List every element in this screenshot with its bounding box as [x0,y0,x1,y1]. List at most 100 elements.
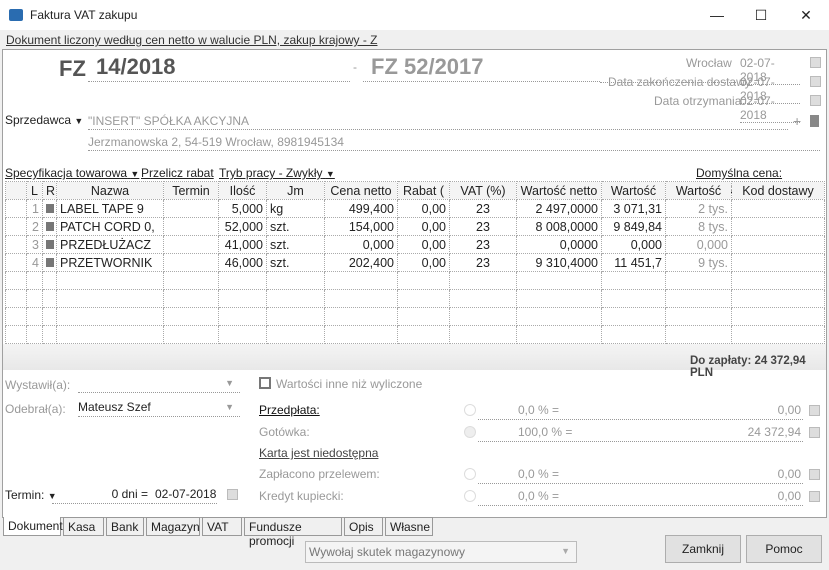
cell-price[interactable]: 0,000 [324,235,398,254]
cell-net[interactable] [516,307,602,326]
cell-qty[interactable] [218,325,267,344]
cell-gross[interactable] [601,271,666,290]
cell-select[interactable] [5,235,27,254]
cell-l[interactable]: 3 [26,235,43,254]
tab-7[interactable]: Własne [385,517,433,536]
cell-l[interactable] [26,271,43,290]
cell-vat[interactable] [449,325,517,344]
cell-jm[interactable]: szt. [266,235,325,254]
tab-2[interactable]: Bank [106,517,144,536]
stock-effect-select[interactable]: Wywołaj skutek magazynowy ▼ [305,541,577,563]
spec-dropdown[interactable]: Specyfikacja towarowa ▼ [5,166,139,180]
cell-price[interactable]: 154,000 [324,217,398,236]
column-header[interactable]: Kod dostawy [731,181,825,200]
cell-termin[interactable] [163,271,219,290]
cell-jm[interactable]: kg [266,199,325,218]
column-header[interactable]: L [26,181,43,200]
cell-vat[interactable]: 23 [449,253,517,272]
calculator-icon[interactable] [809,491,820,502]
payment-radio[interactable] [464,404,476,416]
cell-name[interactable]: PRZEDŁUŻACZ [56,235,164,254]
cell-rabat[interactable] [397,271,450,290]
cell-val[interactable] [665,271,732,290]
cell-l[interactable] [26,325,43,344]
document-info-link[interactable]: Dokument liczony według cen netto w walu… [6,33,378,47]
maximize-button[interactable]: ☐ [739,0,783,30]
cell-jm[interactable] [266,271,325,290]
cell-name[interactable]: LABEL TAPE 9 [56,199,164,218]
cell-qty[interactable] [218,307,267,326]
tab-6[interactable]: Opis [344,517,383,536]
cell-l[interactable] [26,289,43,308]
calculator-icon[interactable] [809,405,820,416]
cell-jm[interactable] [266,289,325,308]
cell-l[interactable]: 1 [26,199,43,218]
tab-0[interactable]: Dokument [3,517,63,536]
place-field[interactable]: Wrocław [686,56,732,70]
payment-amount-field[interactable]: 100,0 % = 24 372,94 [478,425,803,442]
cell-sq[interactable] [42,325,57,344]
column-header[interactable]: Wartość netto [516,181,602,200]
payment-radio[interactable] [464,490,476,502]
cell-l[interactable] [26,307,43,326]
calendar-icon[interactable] [810,76,821,87]
cell-net[interactable] [516,271,602,290]
recalc-discount-link[interactable]: Przelicz rabat [141,166,214,180]
cell-select[interactable] [5,271,27,290]
cell-rabat[interactable]: 0,00 [397,199,450,218]
cell-rabat[interactable] [397,325,450,344]
cell-rabat[interactable]: 0,00 [397,253,450,272]
column-header[interactable]: Ilość [218,181,267,200]
column-header[interactable] [5,181,27,200]
cell-net[interactable]: 0,0000 [516,235,602,254]
cell-kod[interactable] [731,325,825,344]
cell-name[interactable]: PATCH CORD 0, [56,217,164,236]
cell-gross[interactable] [601,307,666,326]
cell-kod[interactable] [731,217,825,236]
column-header[interactable]: Jm [266,181,325,200]
cell-select[interactable] [5,325,27,344]
cell-jm[interactable] [266,325,325,344]
close-button[interactable]: ✕ [784,0,828,30]
payment-amount-field[interactable]: 0,0 % = 0,00 [478,489,803,506]
cell-price[interactable]: 499,400 [324,199,398,218]
cell-vat[interactable] [449,271,517,290]
cell-sq[interactable] [42,217,57,236]
cell-val[interactable] [665,307,732,326]
cell-vat[interactable] [449,307,517,326]
cell-l[interactable]: 4 [26,253,43,272]
table-row[interactable]: 4 PRZETWORNIK 46,000 szt. 202,400 0,00 23 9 310… [5,253,825,272]
cell-price[interactable] [324,271,398,290]
cell-termin[interactable] [163,253,219,272]
cell-sq[interactable] [42,199,57,218]
table-row[interactable] [5,325,825,344]
minimize-button[interactable]: — [695,0,739,30]
cell-name[interactable] [56,307,164,326]
received-by-select[interactable]: Mateusz Szef ▼ [78,400,240,417]
cell-kod[interactable] [731,199,825,218]
cell-termin[interactable] [163,199,219,218]
column-header[interactable]: Cena netto [324,181,398,200]
cell-gross[interactable]: 9 849,84 [601,217,666,236]
column-header[interactable]: Wartość [665,181,732,200]
cell-select[interactable] [5,217,27,236]
cell-sq[interactable] [42,271,57,290]
cell-val[interactable]: 9 tys. [665,253,732,272]
tab-5[interactable]: Fundusze promocji [244,517,342,548]
cell-net[interactable]: 9 310,4000 [516,253,602,272]
cell-termin[interactable] [163,235,219,254]
cell-qty[interactable]: 5,000 [218,199,267,218]
cell-qty[interactable] [218,271,267,290]
cell-kod[interactable] [731,235,825,254]
seller-details-button[interactable] [810,115,819,127]
cell-qty[interactable]: 52,000 [218,217,267,236]
cell-name[interactable] [56,271,164,290]
cell-kod[interactable] [731,307,825,326]
cell-qty[interactable] [218,289,267,308]
cell-kod[interactable] [731,289,825,308]
term-date-field[interactable]: 02-07-2018 [152,487,217,504]
calculator-icon[interactable] [809,427,820,438]
cell-gross[interactable]: 11 451,7 [601,253,666,272]
table-row[interactable] [5,307,825,326]
cell-rabat[interactable] [397,307,450,326]
